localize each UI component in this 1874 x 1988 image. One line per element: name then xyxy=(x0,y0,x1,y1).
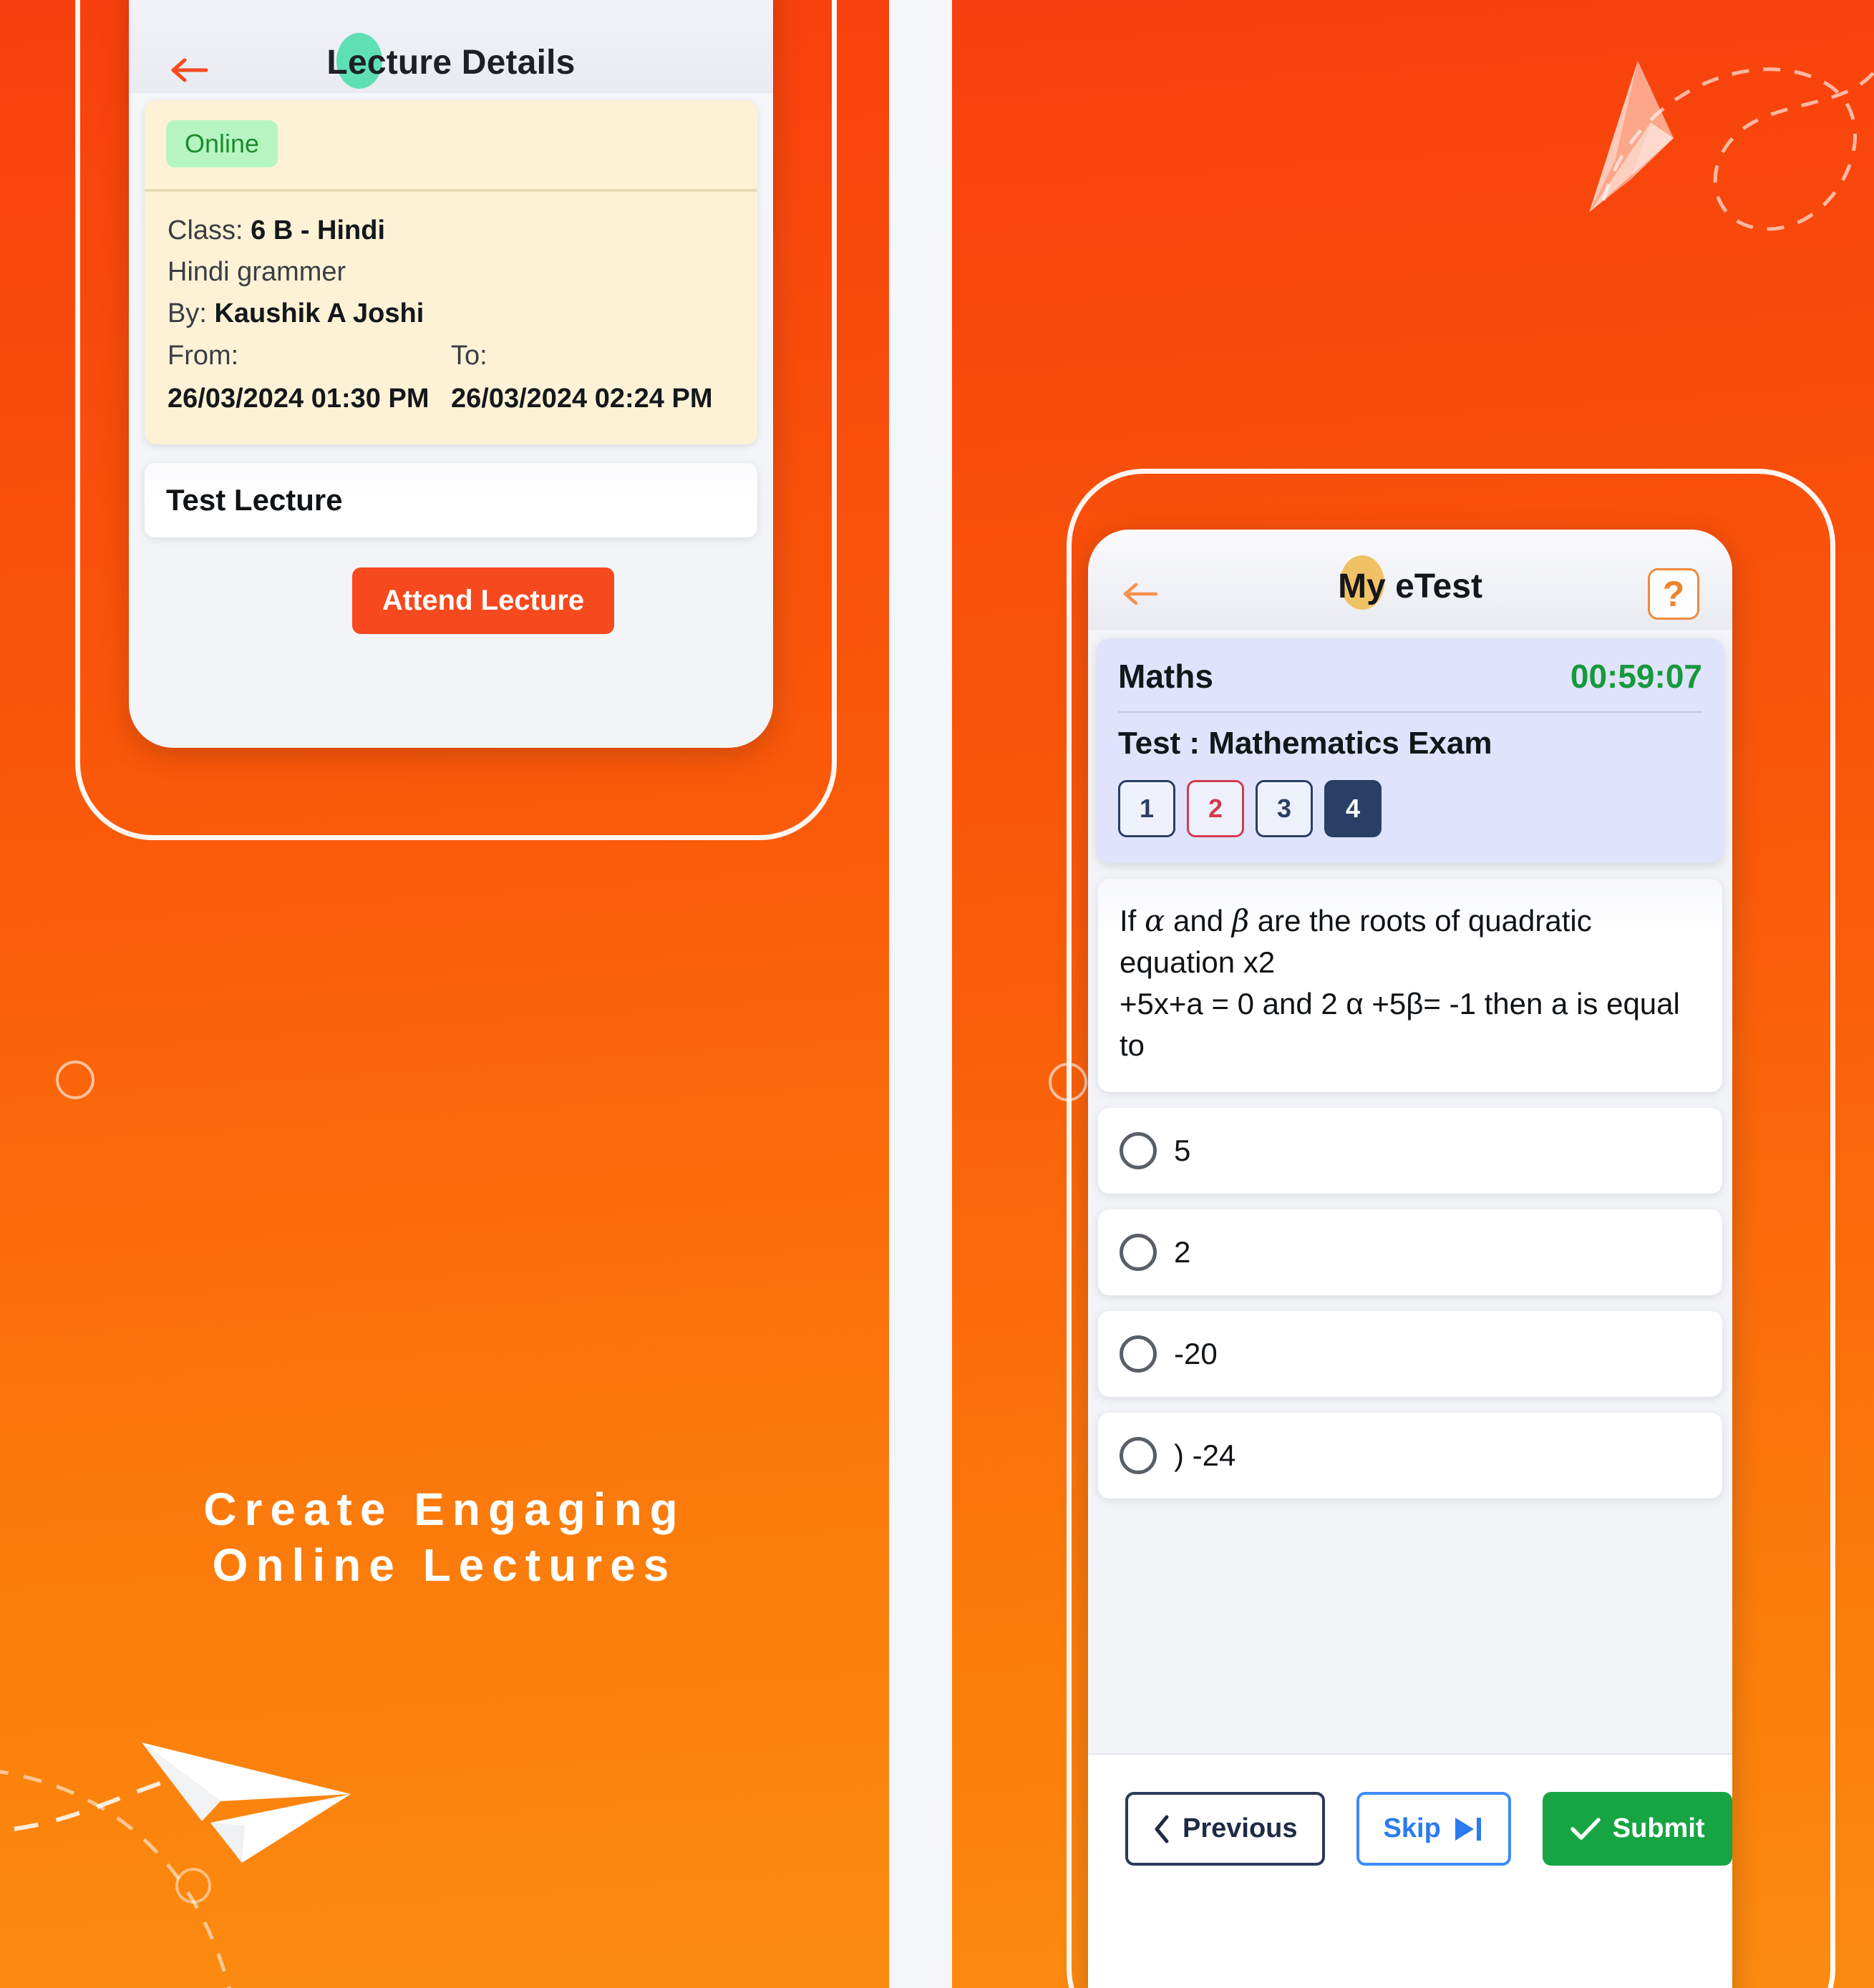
etest-appbar: My eTest ? xyxy=(1088,530,1732,630)
by-row: By: Kaushik A Joshi xyxy=(168,293,734,335)
class-row: Class: 6 B - Hindi xyxy=(168,210,734,252)
left-caption: Create Engaging Online Lectures xyxy=(0,1481,889,1593)
from-to-values: 26/03/2024 01:30 PM 26/03/2024 02:24 PM xyxy=(168,379,734,420)
class-label: Class: xyxy=(168,215,243,245)
test-summary-card: Maths 00:59:07 Test : Mathematics Exam 1… xyxy=(1097,638,1724,863)
paper-plane-icon xyxy=(1589,61,1674,213)
by-label: By: xyxy=(168,298,207,328)
paper-plane-trail-icon xyxy=(0,1773,187,1833)
attend-lecture-button[interactable]: Attend Lecture xyxy=(351,567,615,634)
lecture-card-header: Online xyxy=(145,100,757,189)
card-divider xyxy=(1118,711,1702,713)
etest-title-wrap: My eTest xyxy=(1088,555,1732,610)
radio-icon[interactable] xyxy=(1120,1335,1157,1373)
question-number-button[interactable]: 2 xyxy=(1187,780,1244,837)
circle-decoration xyxy=(56,1061,94,1099)
beta-symbol: β xyxy=(1231,903,1250,938)
skip-forward-icon xyxy=(1455,1817,1481,1841)
chevron-left-icon xyxy=(1155,1815,1169,1843)
answer-option-label: -20 xyxy=(1174,1336,1218,1370)
question-line1-pre: If xyxy=(1120,904,1145,937)
to-value: 26/03/2024 02:24 PM xyxy=(451,384,713,414)
left-caption-line2: Online Lectures xyxy=(212,1539,677,1592)
question-line2: +5x+a = 0 and 2 α +5β= -1 then a is equa… xyxy=(1120,986,1680,1062)
question-number-list: 1 2 3 4 xyxy=(1118,780,1702,837)
subject-timer-row: Maths 00:59:07 xyxy=(1118,657,1702,696)
from-to-labels: From: To: xyxy=(168,336,734,377)
skip-button-label: Skip xyxy=(1383,1813,1441,1843)
answer-option[interactable]: 2 xyxy=(1098,1209,1722,1295)
circle-decoration xyxy=(175,1868,211,1904)
etest-footer: Previous Skip Submit xyxy=(1088,1753,1732,1988)
paper-plane-icon xyxy=(142,1743,351,1863)
lecture-topic: Hindi grammer xyxy=(168,256,346,287)
page-title: My eTest xyxy=(1338,567,1482,605)
test-name: Test : Mathematics Exam xyxy=(1118,726,1492,761)
left-promo-panel: Lecture Details Online Class: 6 B - Hind… xyxy=(0,0,889,1988)
question-number-button[interactable]: 3 xyxy=(1256,780,1313,837)
submit-button-label: Submit xyxy=(1612,1813,1705,1843)
lecture-details-screen: Lecture Details Online Class: 6 B - Hind… xyxy=(129,0,773,748)
promo-screenshot: Lecture Details Online Class: 6 B - Hind… xyxy=(0,0,1874,1988)
answer-option-label: 5 xyxy=(1174,1133,1191,1167)
to-label: To: xyxy=(451,341,487,371)
submit-button[interactable]: Submit xyxy=(1542,1792,1732,1866)
dashed-arc-decoration xyxy=(0,1770,231,1988)
previous-button[interactable]: Previous xyxy=(1125,1792,1325,1866)
check-icon xyxy=(1570,1817,1601,1840)
skip-button[interactable]: Skip xyxy=(1356,1792,1511,1866)
answer-option[interactable]: -20 xyxy=(1098,1310,1722,1397)
lecture-card-body: Class: 6 B - Hindi Hindi grammer By: Kau… xyxy=(145,192,757,444)
question-text: If α and β are the roots of quadratic eq… xyxy=(1098,879,1722,1092)
lecture-title-field[interactable]: Test Lecture xyxy=(145,462,757,537)
timer-value: 00:59:07 xyxy=(1570,658,1702,695)
panel-divider-gap xyxy=(889,0,952,1988)
answer-option[interactable]: ) -24 xyxy=(1098,1412,1722,1499)
question-number-button-active[interactable]: 4 xyxy=(1324,780,1382,837)
question-number-button[interactable]: 1 xyxy=(1118,780,1175,837)
lecture-title-wrap: Lecture Details xyxy=(129,33,773,89)
by-value: Kaushik A Joshi xyxy=(214,298,424,328)
radio-icon[interactable] xyxy=(1120,1436,1157,1474)
left-caption-line1: Create Engaging xyxy=(203,1483,686,1535)
lecture-info-card: Online Class: 6 B - Hindi Hindi grammer … xyxy=(145,100,757,444)
page-title: Lecture Details xyxy=(326,44,576,82)
from-label: From: xyxy=(168,341,239,371)
alpha-symbol: α xyxy=(1145,903,1165,938)
help-icon[interactable]: ? xyxy=(1648,568,1699,620)
answer-option-label: ) -24 xyxy=(1174,1438,1236,1472)
status-badge: Online xyxy=(166,120,278,167)
radio-icon[interactable] xyxy=(1120,1131,1157,1169)
question-line1-mid: and xyxy=(1165,904,1232,937)
attend-button-wrap: Attend Lecture xyxy=(129,567,773,634)
class-value: 6 B - Hindi xyxy=(251,215,386,245)
previous-button-label: Previous xyxy=(1183,1813,1298,1843)
etest-screen: My eTest ? Maths 00:59:07 Test : Mathema… xyxy=(1088,530,1732,1988)
answer-option-label: 2 xyxy=(1174,1234,1191,1269)
radio-icon[interactable] xyxy=(1120,1233,1157,1271)
footer-button-row: Previous Skip Submit xyxy=(1088,1755,1732,1866)
lecture-appbar: Lecture Details xyxy=(129,0,773,93)
answer-option[interactable]: 5 xyxy=(1098,1107,1722,1194)
subject-label: Maths xyxy=(1118,658,1213,695)
from-value: 26/03/2024 01:30 PM xyxy=(168,384,429,414)
dashed-loop-decoration xyxy=(1601,67,1874,231)
